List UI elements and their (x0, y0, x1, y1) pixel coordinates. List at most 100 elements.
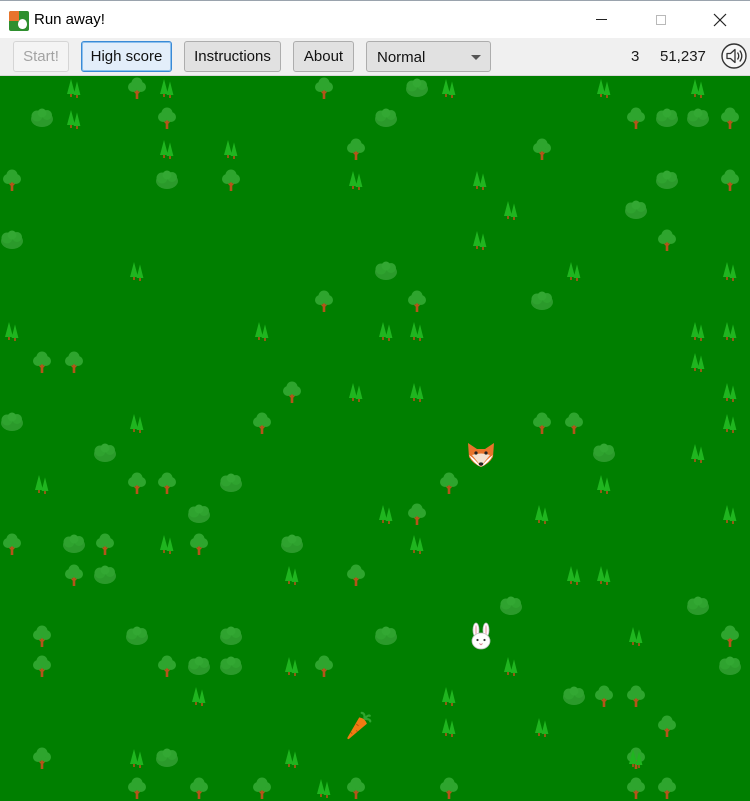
tree-icon (315, 655, 333, 677)
tree-icon (190, 777, 208, 799)
bush-icon (1, 412, 23, 431)
bush-icon (406, 78, 428, 97)
pine-tree-icon (349, 171, 363, 190)
bush-icon (220, 473, 242, 492)
minimize-button[interactable] (578, 1, 624, 38)
pine-tree-icon (285, 657, 299, 676)
pine-tree-icon (567, 262, 581, 281)
bush-icon (593, 443, 615, 462)
app-icon (9, 11, 29, 31)
pine-tree-icon (192, 687, 206, 706)
pine-tree-icon (317, 779, 331, 798)
bush-icon (156, 170, 178, 189)
bush-icon (94, 443, 116, 462)
pine-tree-icon (349, 383, 363, 402)
tree-icon (158, 472, 176, 494)
bush-icon (687, 108, 709, 127)
pine-tree-icon (723, 383, 737, 402)
pine-tree-icon (285, 566, 299, 585)
pine-tree-icon (535, 718, 549, 737)
tree-icon (721, 169, 739, 191)
forest-map (1, 77, 741, 799)
tree-icon (33, 747, 51, 769)
tree-icon (33, 625, 51, 647)
pine-tree-icon (160, 140, 174, 159)
maximize-button[interactable] (638, 1, 684, 38)
tree-icon (658, 229, 676, 251)
pine-tree-icon (130, 414, 144, 433)
pine-tree-icon (567, 566, 581, 585)
pine-tree-icon (410, 383, 424, 402)
pine-tree-icon (691, 444, 705, 463)
window-title: Run away! (34, 11, 105, 28)
pine-tree-icon (379, 505, 393, 524)
bush-icon (563, 686, 585, 705)
start-button[interactable]: Start! (13, 41, 69, 72)
game-field[interactable] (0, 76, 750, 801)
pine-tree-icon (67, 110, 81, 129)
tree-icon (315, 77, 333, 99)
bush-icon (531, 291, 553, 310)
tree-icon (440, 472, 458, 494)
pine-tree-icon (691, 322, 705, 341)
toolbar: Start! High score Instructions About Nor… (0, 38, 750, 76)
score-display: 51,237 (660, 48, 706, 65)
pine-tree-icon (723, 322, 737, 341)
high-score-button[interactable]: High score (81, 41, 172, 72)
bush-icon (500, 596, 522, 615)
difficulty-selected-value: Normal (377, 49, 426, 66)
tree-icon (158, 107, 176, 129)
pine-tree-icon (442, 687, 456, 706)
tree-icon (627, 777, 645, 799)
pine-tree-icon (723, 414, 737, 433)
pine-tree-icon (160, 535, 174, 554)
pine-tree-icon (130, 749, 144, 768)
tree-icon (222, 169, 240, 191)
tree-icon (96, 533, 114, 555)
tree-icon (128, 77, 146, 99)
bush-icon (156, 748, 178, 767)
difficulty-select[interactable]: Normal (366, 41, 491, 72)
pine-tree-icon (597, 475, 611, 494)
bush-icon (220, 626, 242, 645)
tree-icon (33, 655, 51, 677)
tree-icon (253, 777, 271, 799)
pine-tree-icon (723, 505, 737, 524)
bush-icon (94, 565, 116, 584)
bush-icon (126, 626, 148, 645)
pine-tree-icon (442, 79, 456, 98)
title-bar: Run away! (0, 0, 750, 38)
tree-icon (33, 351, 51, 373)
bush-icon (63, 534, 85, 553)
pine-tree-icon (35, 475, 49, 494)
pine-tree-icon (410, 322, 424, 341)
tree-icon (315, 290, 333, 312)
bush-icon (719, 656, 741, 675)
pine-tree-icon (723, 262, 737, 281)
tree-icon (65, 351, 83, 373)
tree-icon (128, 777, 146, 799)
tree-icon (283, 381, 301, 403)
tree-icon (658, 777, 676, 799)
pine-tree-icon (504, 201, 518, 220)
pine-tree-icon (285, 749, 299, 768)
tree-icon (533, 412, 551, 434)
tree-icon (158, 655, 176, 677)
pine-tree-icon (535, 505, 549, 524)
close-button[interactable] (697, 1, 743, 38)
tree-icon (3, 169, 21, 191)
close-icon (713, 13, 727, 26)
bush-icon (656, 108, 678, 127)
instructions-button[interactable]: Instructions (184, 41, 281, 72)
pine-tree-icon (130, 262, 144, 281)
tree-icon (128, 472, 146, 494)
tree-icon (627, 107, 645, 129)
tree-icon (347, 564, 365, 586)
pine-tree-icon (691, 79, 705, 98)
tree-icon (440, 777, 458, 799)
bush-icon (625, 200, 647, 219)
about-button[interactable]: About (293, 41, 354, 72)
speaker-icon[interactable] (721, 43, 747, 69)
bush-icon (220, 656, 242, 675)
pine-tree-icon (442, 718, 456, 737)
